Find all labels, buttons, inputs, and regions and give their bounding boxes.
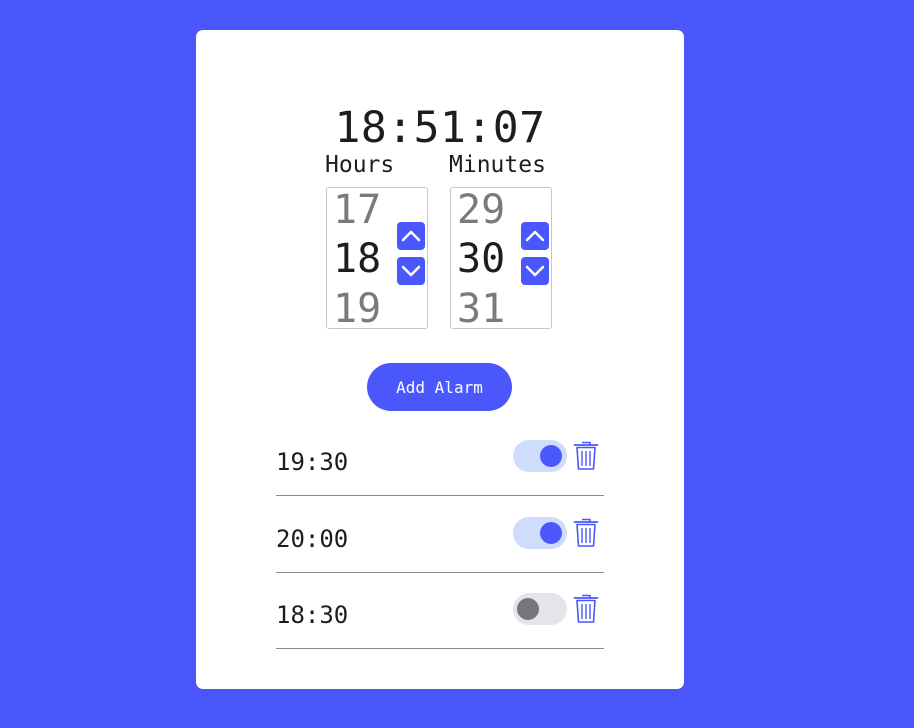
hours-picker[interactable]: 17 18 19	[326, 187, 428, 329]
toggle-knob	[517, 598, 539, 620]
hours-next-value[interactable]: 19	[333, 287, 381, 328]
alarm-toggle[interactable]	[513, 593, 567, 625]
add-alarm-button[interactable]: Add Alarm	[367, 363, 512, 411]
toggle-knob	[540, 445, 562, 467]
minutes-current-value[interactable]: 30	[457, 237, 505, 281]
minutes-picker[interactable]: 29 30 31	[450, 187, 552, 329]
hours-label: Hours	[325, 152, 395, 178]
minutes-label: Minutes	[449, 152, 546, 178]
alarm-item: 19:30	[276, 440, 604, 496]
minutes-down-button[interactable]	[521, 257, 549, 285]
alarm-item: 18:30	[276, 593, 604, 649]
hours-down-button[interactable]	[397, 257, 425, 285]
hours-up-button[interactable]	[397, 222, 425, 250]
alarm-toggle[interactable]	[513, 440, 567, 472]
trash-icon[interactable]	[573, 517, 599, 548]
trash-icon[interactable]	[573, 440, 599, 471]
minutes-next-value[interactable]: 31	[457, 287, 505, 328]
alarm-time: 18:30	[276, 601, 349, 629]
alarm-item: 20:00	[276, 517, 604, 573]
alarm-toggle[interactable]	[513, 517, 567, 549]
alarm-time: 19:30	[276, 448, 349, 476]
trash-icon[interactable]	[573, 593, 599, 624]
chevron-up-icon	[525, 230, 545, 242]
hours-prev-value[interactable]: 17	[333, 188, 381, 232]
chevron-down-icon	[525, 265, 545, 277]
minutes-up-button[interactable]	[521, 222, 549, 250]
toggle-knob	[540, 522, 562, 544]
alarm-time: 20:00	[276, 525, 349, 553]
minutes-prev-value[interactable]: 29	[457, 188, 505, 232]
chevron-up-icon	[401, 230, 421, 242]
alarm-clock-card: 18:51:07 Hours 17 18 19 Minutes 29 30 31	[196, 30, 684, 689]
chevron-down-icon	[401, 265, 421, 277]
current-time: 18:51:07	[334, 103, 546, 153]
hours-current-value[interactable]: 18	[333, 237, 381, 281]
